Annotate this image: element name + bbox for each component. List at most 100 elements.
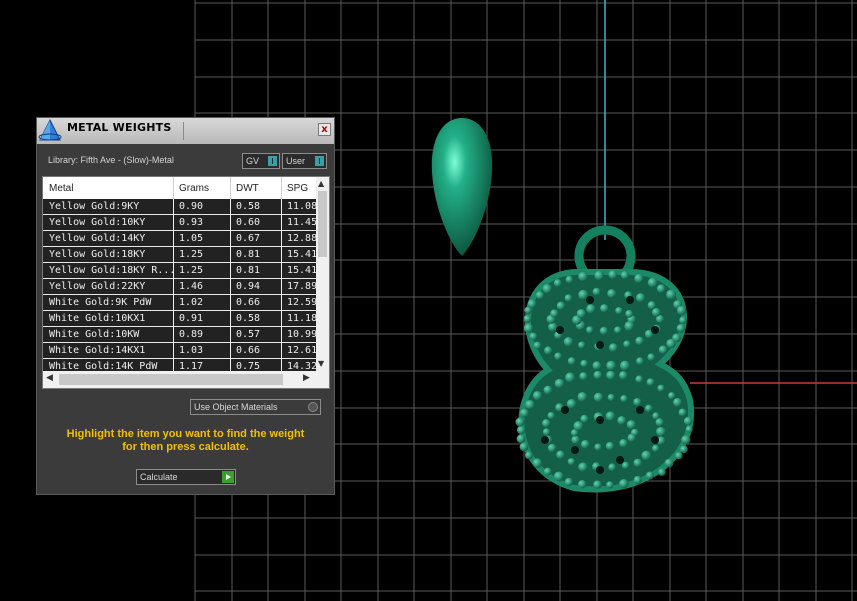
play-icon[interactable]	[222, 471, 234, 483]
table-row[interactable]: Yellow Gold:18KY 1.25 0.81 15.41	[43, 247, 317, 263]
pendant-bead	[580, 439, 590, 449]
pendant-bead	[565, 372, 576, 383]
scroll-up-icon[interactable]: ▲	[318, 179, 324, 188]
cell-metal: Yellow Gold:18KY	[49, 249, 146, 260]
stone-setting	[626, 296, 634, 304]
cell-metal: Yellow Gold:14KY	[49, 233, 146, 244]
pendant-bead	[525, 451, 533, 460]
pendant-bead	[515, 417, 525, 427]
pendant-bead	[577, 392, 588, 402]
pendant-bead	[641, 450, 652, 461]
pendant-bead	[564, 477, 573, 487]
cell-dwt: 0.66	[236, 345, 261, 356]
pendant-bead	[609, 343, 618, 352]
pendant-bead	[542, 428, 551, 436]
scroll-thumb[interactable]	[318, 191, 327, 257]
cell-grams: 1.02	[179, 297, 204, 308]
scroll-right-icon[interactable]: ▶	[303, 373, 310, 383]
pendant-bead	[567, 458, 576, 466]
cell-spg: 10.99	[287, 329, 317, 340]
cell-spg: 11.45	[287, 217, 317, 228]
panel-titlebar[interactable]: METAL WEIGHTS x	[37, 118, 334, 144]
pendant-bead	[652, 444, 660, 453]
cell-metal: White Gold:10KX1	[49, 313, 146, 324]
pendant-bead	[673, 397, 682, 407]
cell-dwt: 0.66	[236, 297, 261, 308]
use-object-materials-toggle[interactable]: Use Object Materials	[190, 399, 321, 415]
pendant-bead	[627, 433, 636, 442]
column-header-dwt[interactable]: DWT	[236, 183, 259, 194]
scroll-left-icon[interactable]: ◀	[46, 373, 53, 383]
pendant-bead	[553, 279, 562, 288]
pendant-bead	[523, 323, 534, 333]
pendant-bead	[535, 291, 545, 300]
column-header-grams[interactable]: Grams	[179, 183, 209, 194]
pendant-bead	[565, 275, 574, 284]
pendant-bead	[620, 360, 630, 371]
pendant-bead	[683, 416, 693, 426]
pendant-bead	[553, 471, 564, 482]
pendant-bead	[655, 418, 664, 427]
pendant-bead	[593, 392, 604, 402]
table-row[interactable]: White Gold:10KX1 0.91 0.58 11.18	[43, 311, 317, 327]
table-row[interactable]: Yellow Gold:10KY 0.93 0.60 11.45	[43, 215, 317, 231]
table-row[interactable]: White Gold:10KW 0.89 0.57 10.99	[43, 327, 317, 343]
instruction-text: Highlight the item you want to find the …	[37, 428, 334, 454]
table-row[interactable]: Yellow Gold:9KY 0.90 0.58 11.08	[43, 199, 317, 215]
pendant-bead	[567, 357, 576, 365]
pendant-bead	[605, 411, 616, 421]
table-row[interactable]: White Gold:9K PdW 1.02 0.66 12.59	[43, 295, 317, 311]
pendant-bead	[586, 326, 594, 334]
table-row[interactable]: Yellow Gold:22KY 1.46 0.94 17.89	[43, 279, 317, 295]
table-row[interactable]: Yellow Gold:14KY 1.05 0.67 12.88	[43, 231, 317, 247]
pendant-bead	[599, 326, 609, 335]
pendant-bead	[633, 398, 642, 406]
pendant-bead	[645, 471, 654, 480]
pendant-bead	[516, 434, 526, 444]
pendant-bead	[533, 341, 542, 350]
column-header-spg[interactable]: SPG	[287, 183, 308, 194]
pendant-bead	[564, 294, 573, 302]
cell-grams: 0.91	[179, 313, 204, 324]
cell-spg: 15.41	[287, 249, 317, 260]
vertical-scrollbar[interactable]: ▲ ▼	[316, 177, 329, 371]
close-icon[interactable]: x	[318, 123, 331, 136]
horizontal-scrollbar[interactable]: ◀ ▶	[43, 371, 316, 388]
cell-metal: Yellow Gold:10KY	[49, 217, 146, 228]
table-body: Yellow Gold:9KY 0.90 0.58 11.08 Yellow Gold…	[43, 199, 317, 375]
scroll-down-icon[interactable]: ▼	[318, 359, 324, 368]
user-toggle[interactable]: User	[282, 153, 327, 169]
column-divider	[173, 199, 174, 388]
teardrop-model[interactable]	[431, 118, 493, 256]
stone-setting	[571, 446, 579, 454]
cell-dwt: 0.81	[236, 249, 261, 260]
metal-table: Metal Grams DWT SPG Yellow Gold:9KY 0.90 0…	[42, 176, 330, 389]
cell-metal: Yellow Gold:22KY	[49, 281, 146, 292]
pendant-bead	[593, 370, 603, 380]
pendant-bead	[580, 414, 589, 423]
cell-spg: 12.61	[287, 345, 317, 356]
pendant-bead	[529, 332, 538, 341]
calculate-button[interactable]: Calculate	[136, 469, 236, 485]
cell-grams: 1.03	[179, 345, 204, 356]
scroll-thumb[interactable]	[59, 374, 283, 385]
pendant-bead	[645, 404, 653, 413]
pendant-bead	[606, 360, 616, 371]
pendant-bead	[625, 309, 634, 318]
cell-metal: White Gold:9K PdW	[49, 297, 152, 308]
pendant-bead	[544, 346, 553, 355]
cell-grams: 1.25	[179, 249, 204, 260]
gv-toggle[interactable]: GV	[242, 153, 280, 169]
column-header-metal[interactable]: Metal	[49, 183, 73, 194]
pendant-bead	[550, 309, 559, 318]
pendant-model[interactable]	[515, 269, 695, 493]
table-row[interactable]: White Gold:14KX1 1.03 0.66 12.61	[43, 343, 317, 359]
pendant-bead	[620, 271, 630, 280]
table-header: Metal Grams DWT SPG	[43, 177, 316, 199]
pendant-bead	[580, 359, 588, 368]
pendant-bead	[606, 370, 616, 380]
toggle-indicator-icon	[315, 156, 324, 166]
pendant-bead	[635, 375, 643, 384]
pendant-bead	[668, 392, 676, 400]
table-row[interactable]: Yellow Gold:18KY R... 1.25 0.81 15.41	[43, 263, 317, 279]
